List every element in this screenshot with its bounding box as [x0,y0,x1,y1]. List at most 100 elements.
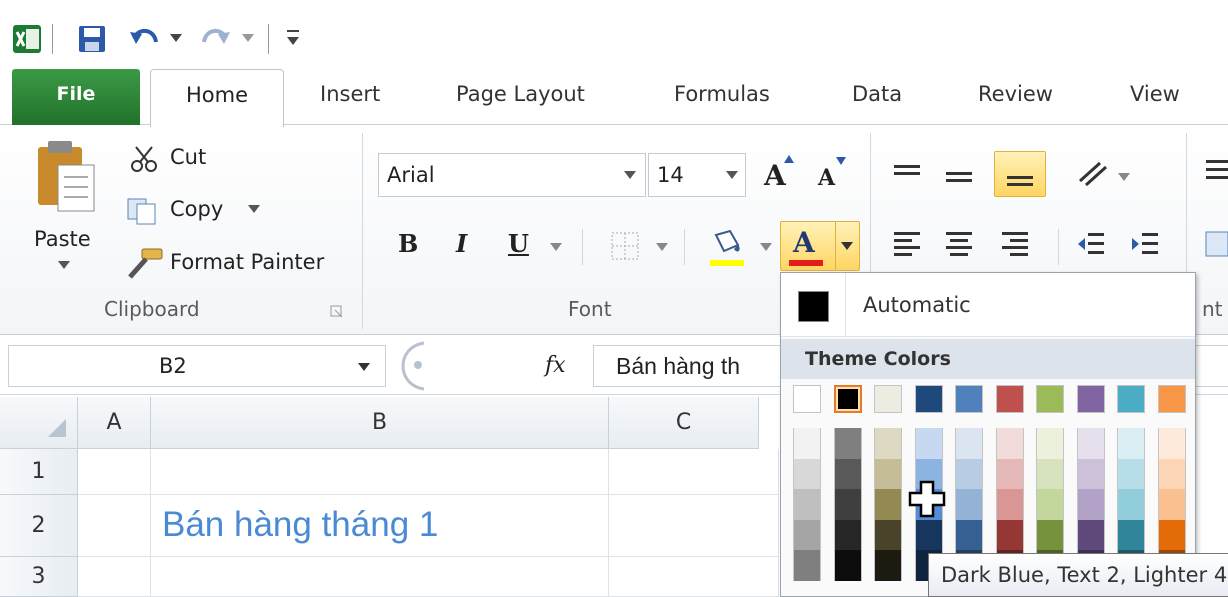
cell-b3[interactable] [151,557,609,597]
save-icon[interactable] [78,25,106,53]
theme-color-shade[interactable] [833,458,862,490]
undo-icon[interactable] [128,24,162,54]
merge-center-icon[interactable] [1204,229,1228,259]
shrink-font-button[interactable]: A [818,165,835,191]
align-top-icon[interactable] [892,163,922,187]
cut-icon[interactable] [130,145,158,173]
theme-color-shade[interactable] [874,489,902,520]
cell-a3[interactable] [78,557,151,597]
orientation-icon[interactable] [1076,159,1112,189]
tab-review[interactable]: Review [978,82,1053,106]
theme-color-shade[interactable] [874,519,902,551]
tab-view[interactable]: View [1130,82,1180,106]
copy-icon[interactable] [126,197,158,225]
theme-color-shade[interactable] [793,428,821,459]
theme-color-shade[interactable] [955,458,983,490]
cut-button[interactable]: Cut [170,145,206,169]
theme-color-swatch[interactable] [914,385,943,413]
paste-icon[interactable] [34,137,98,217]
decrease-indent-icon[interactable] [1076,229,1106,259]
italic-button[interactable]: I [456,229,467,258]
theme-color-swatch[interactable] [995,385,1024,413]
font-color-button[interactable]: A [780,221,860,271]
customize-qat-icon[interactable] [286,28,300,48]
theme-color-shade[interactable] [1076,519,1105,551]
paste-dropdown-icon[interactable] [58,261,70,271]
theme-color-shade[interactable] [1076,428,1105,459]
underline-button[interactable]: U [508,229,529,258]
theme-color-shade[interactable] [874,428,902,459]
font-name-combo[interactable]: Arial [378,153,646,197]
theme-color-shade[interactable] [833,489,862,520]
theme-color-shade[interactable] [833,550,862,581]
borders-icon[interactable] [610,231,640,261]
theme-color-swatch[interactable] [1076,385,1105,413]
column-header-b[interactable]: B [151,397,609,449]
theme-color-shade[interactable] [833,519,862,551]
cell-a1[interactable] [78,449,151,495]
copy-dropdown-icon[interactable] [248,205,260,215]
redo-icon[interactable] [198,24,232,54]
name-box[interactable]: B2 [8,345,386,387]
tab-data[interactable]: Data [852,82,902,106]
theme-color-shade[interactable] [914,519,943,551]
dialog-launcher-icon[interactable] [330,305,344,319]
align-middle-icon[interactable] [944,165,974,189]
theme-color-shade[interactable] [914,428,943,459]
theme-color-shade[interactable] [1117,458,1145,490]
theme-color-swatch[interactable] [1117,385,1145,413]
insert-function-button[interactable]: fx [545,353,566,378]
format-painter-icon[interactable] [124,247,164,281]
underline-dropdown-icon[interactable] [550,243,562,253]
cell-c1[interactable] [609,449,779,495]
theme-color-swatch[interactable] [793,385,821,413]
theme-color-shade[interactable] [793,519,821,551]
theme-color-shade[interactable] [1157,428,1186,459]
align-center-icon[interactable] [944,229,974,259]
cell-a2[interactable] [78,495,151,557]
theme-color-shade[interactable] [955,489,983,520]
automatic-color-option[interactable]: Automatic [781,273,1195,337]
theme-color-shade[interactable] [1157,489,1186,520]
theme-color-swatch[interactable] [1157,385,1186,413]
tab-formulas[interactable]: Formulas [674,82,770,106]
increase-indent-icon[interactable] [1130,229,1160,259]
font-name-dropdown-icon[interactable] [624,171,636,181]
row-header-2[interactable]: 2 [0,495,78,557]
undo-dropdown-icon[interactable] [170,34,182,44]
borders-dropdown-icon[interactable] [656,243,668,253]
theme-color-shade[interactable] [1117,428,1145,459]
name-box-dropdown-icon[interactable] [358,363,370,373]
theme-color-shade[interactable] [1117,519,1145,551]
theme-color-shade[interactable] [995,428,1024,459]
select-all-button[interactable] [0,397,78,449]
theme-color-shade[interactable] [1036,519,1064,551]
theme-color-shade[interactable] [955,428,983,459]
fill-color-icon[interactable] [708,227,746,269]
excel-logo-icon[interactable] [12,24,42,54]
theme-color-swatch[interactable] [955,385,983,413]
theme-color-shade[interactable] [995,489,1024,520]
formula-bar-splitter-icon[interactable] [388,341,428,391]
cell-b1[interactable] [151,449,609,495]
theme-color-shade[interactable] [1157,458,1186,490]
theme-color-swatch[interactable] [1036,385,1064,413]
align-left-icon[interactable] [892,229,922,259]
font-size-dropdown-icon[interactable] [726,171,738,181]
theme-color-shade[interactable] [1076,458,1105,490]
fill-color-dropdown-icon[interactable] [760,243,772,253]
theme-color-shade[interactable] [1117,489,1145,520]
copy-button[interactable]: Copy [170,197,223,221]
theme-color-shade[interactable] [1036,428,1064,459]
theme-color-shade[interactable] [1036,489,1064,520]
theme-color-shade[interactable] [955,519,983,551]
font-color-dropdown-icon[interactable] [841,242,853,252]
redo-dropdown-icon[interactable] [242,34,254,44]
tab-insert[interactable]: Insert [320,82,380,106]
tab-home[interactable]: Home [150,69,284,127]
theme-color-shade[interactable] [1036,458,1064,490]
orientation-dropdown-icon[interactable] [1118,173,1130,183]
theme-color-shade[interactable] [874,550,902,581]
tab-page-layout[interactable]: Page Layout [456,82,585,106]
theme-color-shade[interactable] [995,519,1024,551]
